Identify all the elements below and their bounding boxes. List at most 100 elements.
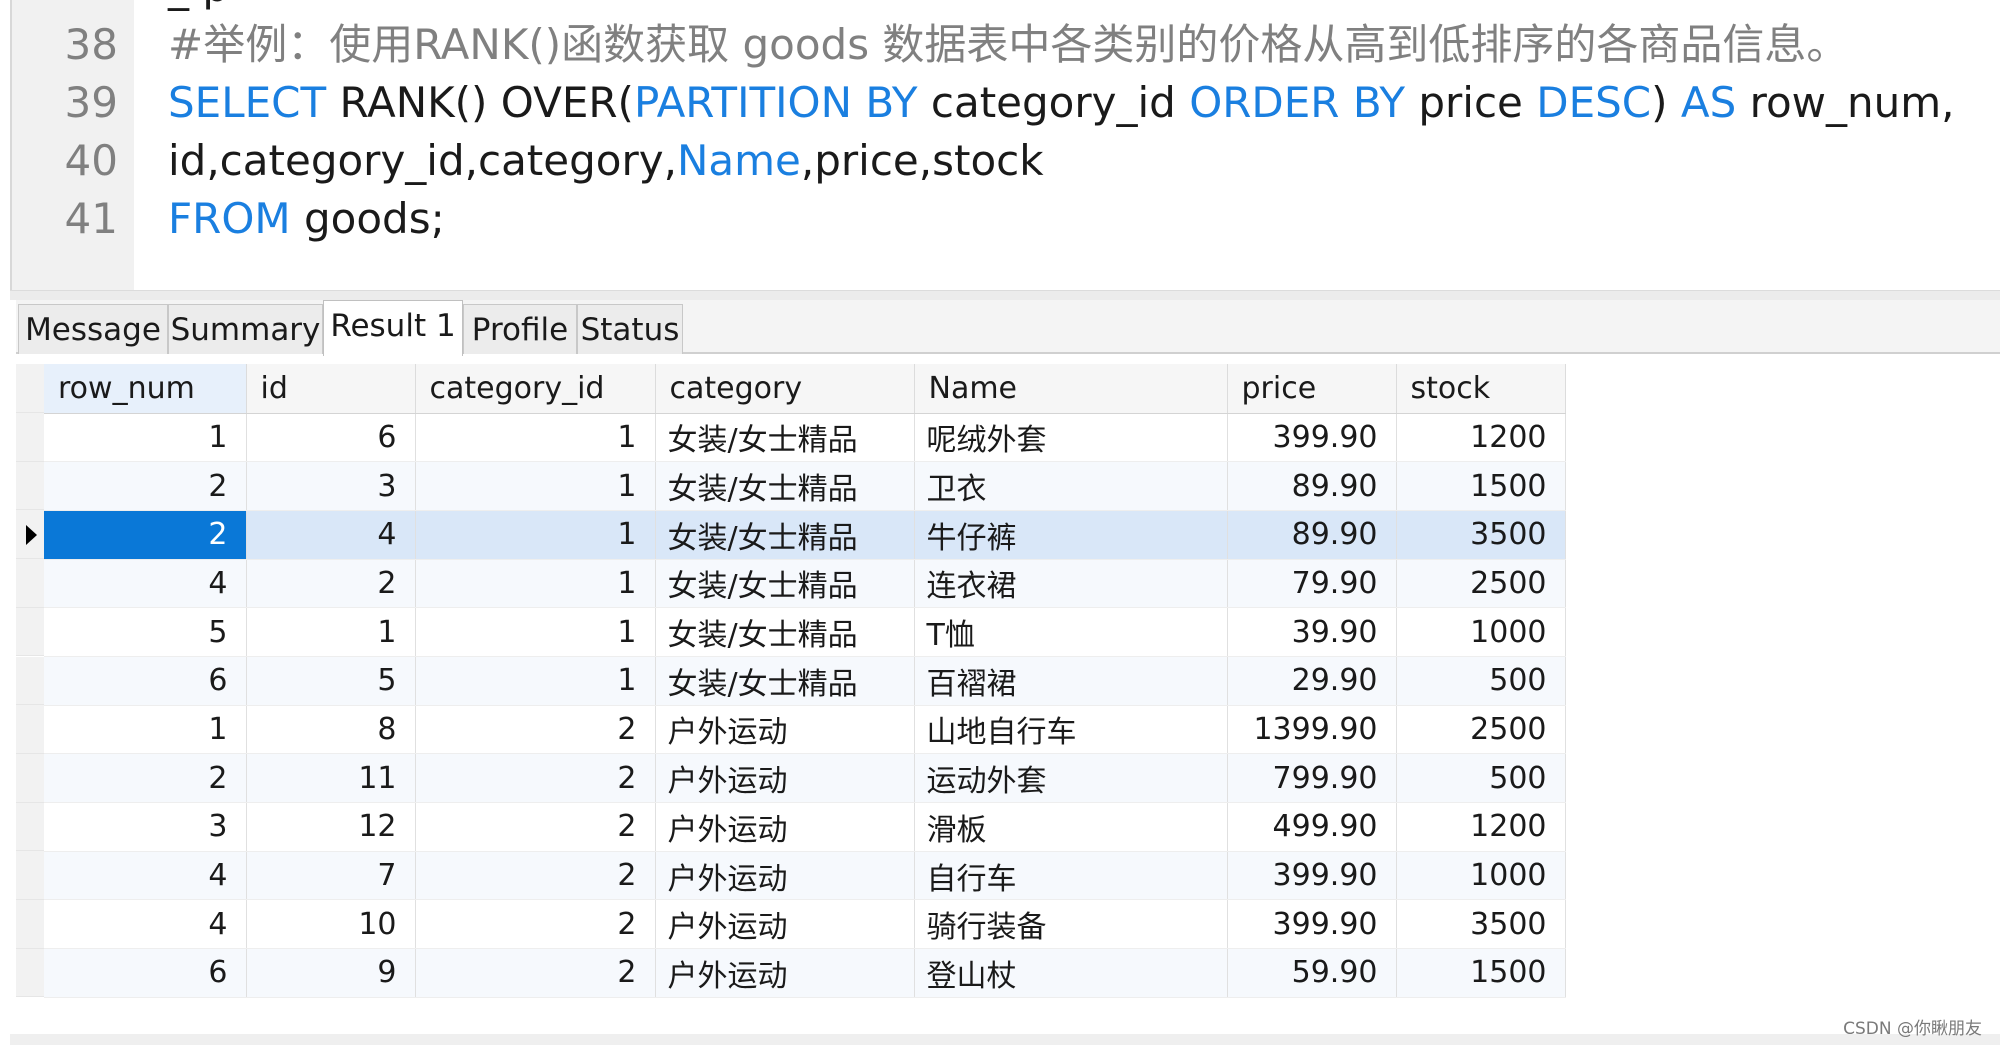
- cell-price[interactable]: 399.90: [1227, 851, 1397, 901]
- row-selector[interactable]: [16, 705, 44, 754]
- column-header-stock[interactable]: stock: [1396, 364, 1566, 414]
- cell-row_num[interactable]: 1: [44, 705, 247, 755]
- row-selector[interactable]: [16, 900, 44, 949]
- column-header-row_num[interactable]: row_num: [44, 364, 247, 414]
- cell-category_id[interactable]: 1: [415, 413, 656, 463]
- cell-price[interactable]: 89.90: [1227, 461, 1397, 511]
- cell-category[interactable]: 女装/女士精品: [655, 461, 915, 511]
- cell-category_id[interactable]: 1: [415, 656, 656, 706]
- cell-name[interactable]: 牛仔裤: [914, 510, 1228, 560]
- cell-id[interactable]: 9: [246, 948, 416, 998]
- cell-price[interactable]: 89.90: [1227, 510, 1397, 560]
- table-row[interactable]: 6 5 1 女装/女士精品 百褶裙 29.90 500: [44, 656, 1566, 706]
- cell-category_id[interactable]: 1: [415, 607, 656, 657]
- cell-category_id[interactable]: 2: [415, 802, 656, 852]
- cell-id[interactable]: 12: [246, 802, 416, 852]
- row-selector[interactable]: [16, 948, 44, 998]
- cell-price[interactable]: 399.90: [1227, 899, 1397, 950]
- cell-name[interactable]: 呢绒外套: [914, 413, 1228, 463]
- cell-row_num[interactable]: 5: [44, 607, 247, 657]
- cell-category_id[interactable]: 2: [415, 753, 656, 803]
- cell-category_id[interactable]: 2: [415, 851, 656, 901]
- cell-category[interactable]: 女装/女士精品: [655, 413, 915, 463]
- cell-category[interactable]: 户外运动: [655, 899, 915, 950]
- tab-profile[interactable]: Profile: [463, 304, 577, 354]
- cell-name[interactable]: 运动外套: [914, 753, 1228, 803]
- cell-id[interactable]: 6: [246, 413, 416, 463]
- cell-name[interactable]: 百褶裙: [914, 656, 1228, 706]
- cell-category[interactable]: 户外运动: [655, 851, 915, 901]
- cell-stock[interactable]: 2500: [1396, 559, 1566, 609]
- cell-name[interactable]: 登山杖: [914, 948, 1228, 998]
- table-row[interactable]: 3 12 2 户外运动 滑板 499.90 1200: [44, 802, 1566, 852]
- cell-stock[interactable]: 1500: [1396, 948, 1566, 998]
- code-line[interactable]: 40 id,category_id,category,Name,price,sto…: [10, 132, 2000, 190]
- cell-row_num[interactable]: 4: [44, 851, 247, 901]
- cell-row_num[interactable]: 2: [44, 461, 247, 511]
- table-row[interactable]: 2 11 2 户外运动 运动外套 799.90 500: [44, 753, 1566, 803]
- cell-category_id[interactable]: 2: [415, 948, 656, 998]
- cell-name[interactable]: 山地自行车: [914, 705, 1228, 755]
- cell-category_id[interactable]: 2: [415, 899, 656, 950]
- cell-id[interactable]: 7: [246, 851, 416, 901]
- tab-status[interactable]: Status: [577, 304, 683, 354]
- cell-category[interactable]: 女装/女士精品: [655, 656, 915, 706]
- cell-category[interactable]: 女装/女士精品: [655, 607, 915, 657]
- cell-name[interactable]: 骑行装备: [914, 899, 1228, 950]
- cell-name[interactable]: 滑板: [914, 802, 1228, 852]
- cell-id[interactable]: 8: [246, 705, 416, 755]
- column-header-id[interactable]: id: [246, 364, 416, 414]
- cell-row_num[interactable]: 3: [44, 802, 247, 852]
- table-row[interactable]: 2 3 1 女装/女士精品 卫衣 89.90 1500: [44, 461, 1566, 511]
- cell-price[interactable]: 39.90: [1227, 607, 1397, 657]
- tab-message[interactable]: Message: [18, 304, 168, 354]
- cell-category[interactable]: 户外运动: [655, 753, 915, 803]
- row-selector[interactable]: [16, 559, 44, 608]
- cell-price[interactable]: 1399.90: [1227, 705, 1397, 755]
- cell-category[interactable]: 女装/女士精品: [655, 510, 915, 560]
- row-selector[interactable]: [16, 413, 44, 462]
- cell-stock[interactable]: 1000: [1396, 607, 1566, 657]
- cell-row_num[interactable]: 2: [44, 753, 247, 803]
- table-row[interactable]: 6 9 2 户外运动 登山杖 59.90 1500: [44, 948, 1566, 998]
- row-selector[interactable]: [16, 510, 44, 560]
- table-row[interactable]: 2 4 1 女装/女士精品 牛仔裤 89.90 3500: [44, 510, 1566, 560]
- cell-price[interactable]: 399.90: [1227, 413, 1397, 463]
- table-row[interactable]: 5 1 1 女装/女士精品 T恤 39.90 1000: [44, 607, 1566, 657]
- cell-row_num[interactable]: 4: [44, 559, 247, 609]
- row-selector[interactable]: [16, 607, 44, 657]
- table-row[interactable]: 1 8 2 户外运动 山地自行车 1399.90 2500: [44, 705, 1566, 755]
- cell-category[interactable]: 户外运动: [655, 705, 915, 755]
- table-row[interactable]: 1 6 1 女装/女士精品 呢绒外套 399.90 1200: [44, 413, 1566, 463]
- cell-id[interactable]: 1: [246, 607, 416, 657]
- row-selector[interactable]: [16, 802, 44, 852]
- cell-name[interactable]: T恤: [914, 607, 1228, 657]
- row-selector[interactable]: [16, 851, 44, 900]
- cell-price[interactable]: 29.90: [1227, 656, 1397, 706]
- cell-row_num[interactable]: 1: [44, 413, 247, 463]
- cell-stock[interactable]: 1500: [1396, 461, 1566, 511]
- table-row[interactable]: 4 2 1 女装/女士精品 连衣裙 79.90 2500: [44, 559, 1566, 609]
- cell-id[interactable]: 3: [246, 461, 416, 511]
- cell-stock[interactable]: 1000: [1396, 851, 1566, 901]
- cell-row_num[interactable]: 6: [44, 948, 247, 998]
- cell-stock[interactable]: 500: [1396, 656, 1566, 706]
- cell-name[interactable]: 自行车: [914, 851, 1228, 901]
- table-row[interactable]: 4 10 2 户外运动 骑行装备 399.90 3500: [44, 899, 1566, 950]
- row-selector[interactable]: [16, 461, 44, 511]
- table-row[interactable]: 4 7 2 户外运动 自行车 399.90 1000: [44, 851, 1566, 901]
- cell-price[interactable]: 59.90: [1227, 948, 1397, 998]
- cell-price[interactable]: 499.90: [1227, 802, 1397, 852]
- cell-category_id[interactable]: 1: [415, 510, 656, 560]
- cell-row_num[interactable]: 6: [44, 656, 247, 706]
- cell-stock[interactable]: 2500: [1396, 705, 1566, 755]
- cell-name[interactable]: 连衣裙: [914, 559, 1228, 609]
- cell-row_num[interactable]: 2: [44, 510, 247, 560]
- column-header-category[interactable]: category: [655, 364, 915, 414]
- result-grid[interactable]: row_num id category_id category Name pri…: [16, 356, 2000, 1045]
- cell-id[interactable]: 5: [246, 656, 416, 706]
- cell-category_id[interactable]: 2: [415, 705, 656, 755]
- code-line[interactable]: 39 SELECT RANK() OVER(PARTITION BY catego…: [10, 74, 2000, 132]
- column-header-category_id[interactable]: category_id: [415, 364, 656, 414]
- cell-stock[interactable]: 3500: [1396, 510, 1566, 560]
